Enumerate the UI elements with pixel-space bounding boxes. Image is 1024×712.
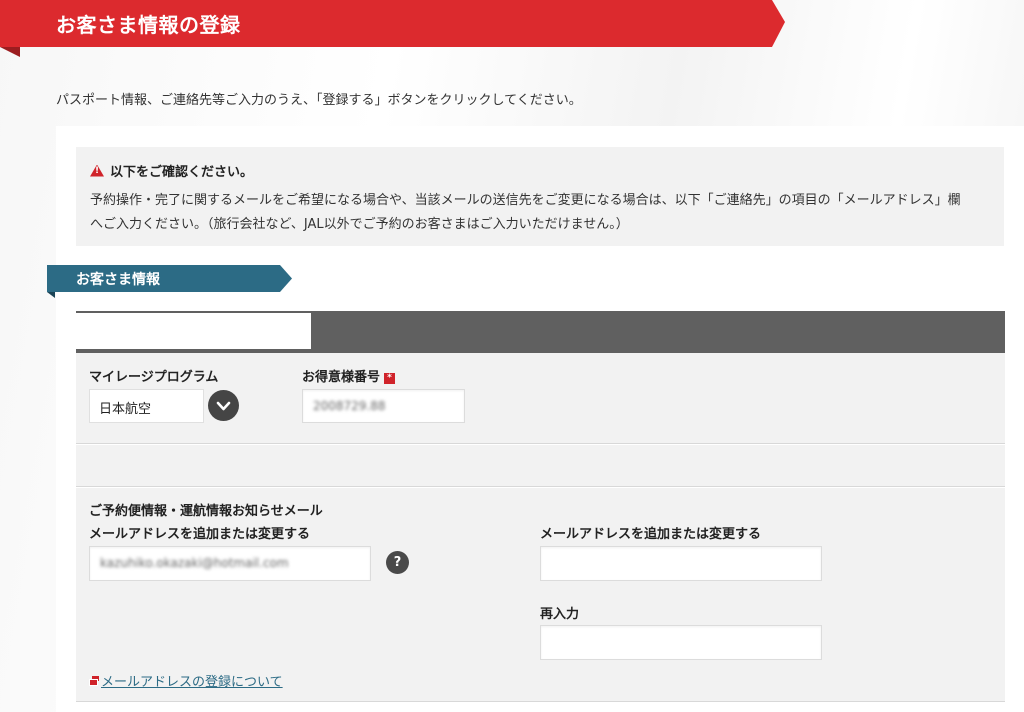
member-number-label: お得意様番号 * [302,366,396,385]
email-reenter-input[interactable] [540,625,822,660]
external-window-icon [89,676,100,686]
required-icon: * [384,373,396,384]
warning-icon [90,164,104,177]
header-banner-fold [0,47,20,57]
mileage-program-dropdown-button[interactable] [208,390,239,421]
email-left-label: メールアドレスを追加または変更する [89,527,311,542]
email-right-label: メールアドレスを追加または変更する [540,527,762,542]
mileage-program-label: マイレージプログラム [89,370,219,385]
help-icon[interactable]: ? [386,551,409,574]
email-registration-link[interactable]: メールアドレスの登録について [89,671,283,690]
member-number-input[interactable]: 2008729.88 [302,389,465,423]
form-spacer-row [76,445,1005,487]
email-group-label: ご予約便情報・運航情報お知らせメール [89,504,323,519]
member-number-value: 2008729.88 [313,399,386,413]
email-new-input[interactable] [540,546,822,581]
notice-heading: 以下をご確認ください。 [90,161,253,180]
email-area [76,488,1005,702]
notice-heading-text: 以下をご確認ください。 [110,165,254,180]
section-title: お客さま情報 [76,272,160,288]
passenger-tab-active[interactable] [76,313,311,349]
email-current-value: kazuhiko.okazaki@hotmail.com [100,556,289,570]
intro-text: パスポート情報、ご連絡先等ご入力のうえ、「登録する」ボタンをクリックしてください… [56,93,582,108]
notice-body: 予約操作・完了に関するメールをご希望になる場合や、当該メールの送信先をご変更にな… [90,193,961,232]
section-ribbon-fold [47,292,55,298]
notice-box: 以下をご確認ください。 予約操作・完了に関するメールをご希望になる場合や、当該メ… [76,147,1004,246]
email-registration-link-text[interactable]: メールアドレスの登録について [101,671,283,690]
member-number-label-text: お得意様番号 [302,370,381,385]
page-title: お客さま情報の登録 [56,13,241,37]
mileage-program-select[interactable]: 日本航空 [89,389,204,423]
email-reenter-label: 再入力 [540,607,580,622]
chevron-down-icon [216,401,231,411]
email-current-input[interactable]: kazuhiko.okazaki@hotmail.com [89,546,371,581]
